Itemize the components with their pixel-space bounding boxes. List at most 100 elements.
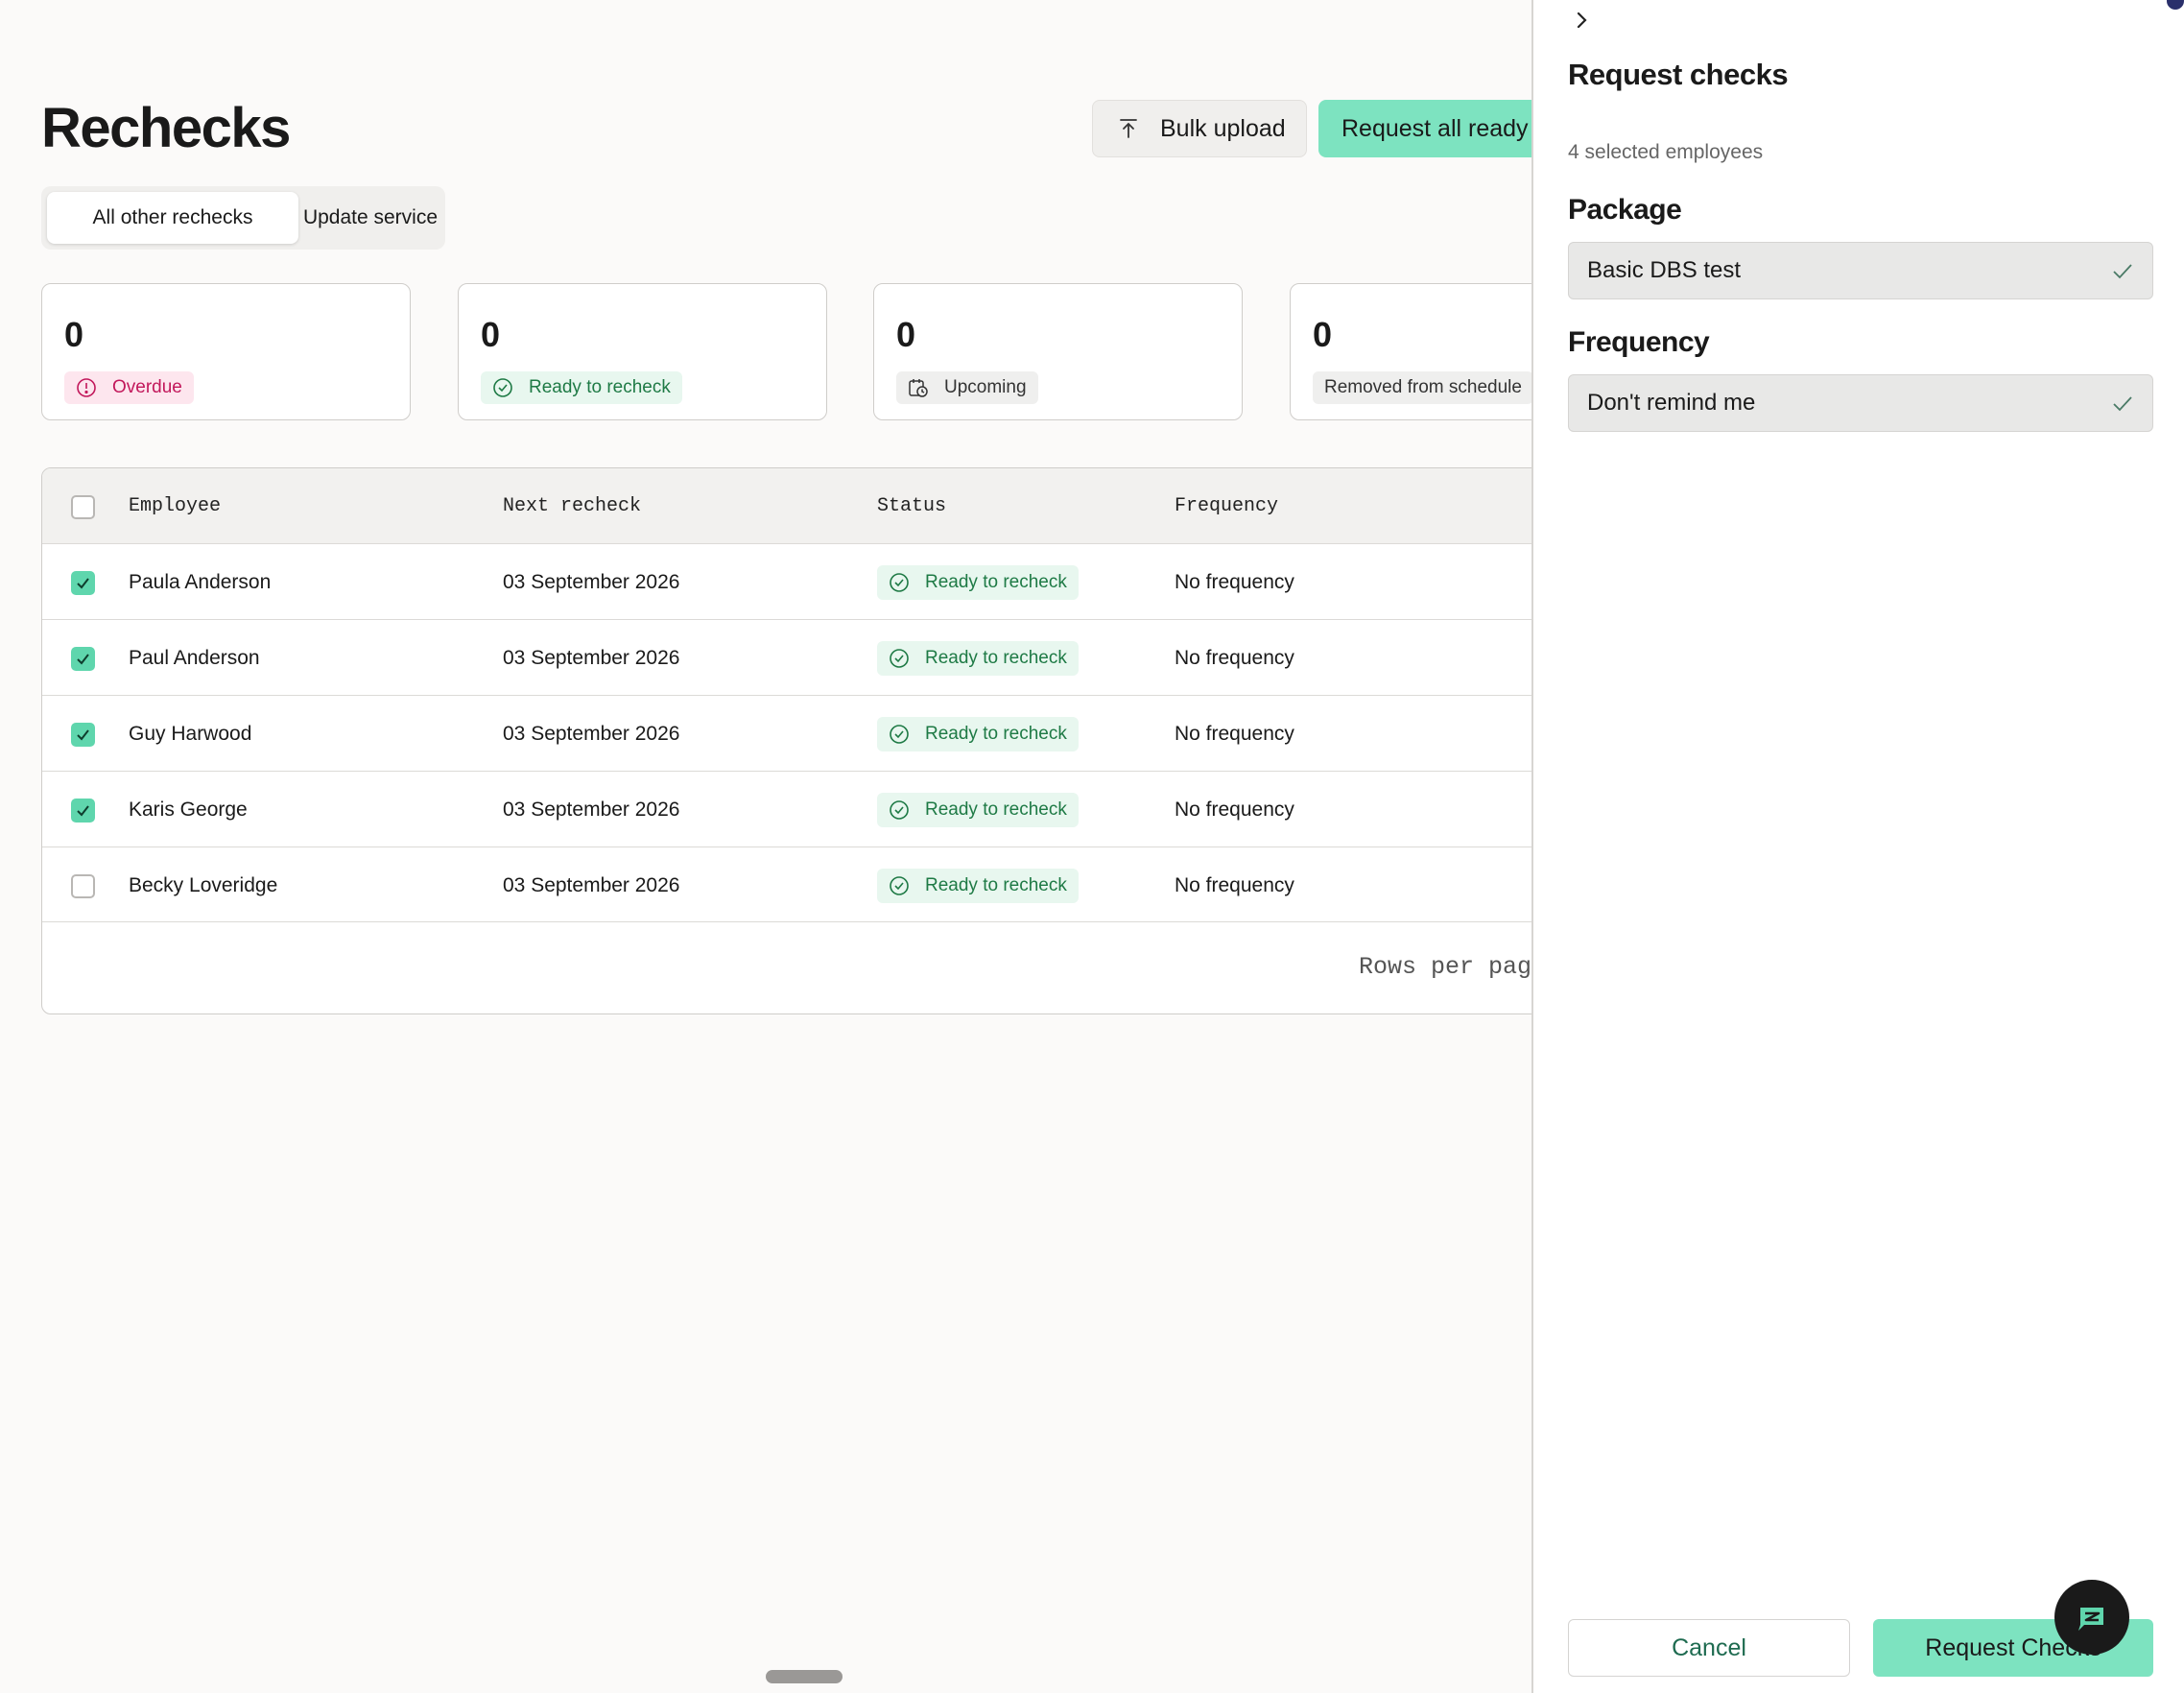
next-recheck-date: 03 September 2026 bbox=[503, 722, 680, 745]
status-badge: Ready to recheck bbox=[481, 371, 682, 404]
status-badge: Ready to recheck bbox=[877, 792, 1079, 827]
stat-label: Removed from schedule bbox=[1324, 377, 1522, 397]
status-label: Ready to recheck bbox=[925, 799, 1067, 820]
frequency-select[interactable]: Don't remind me bbox=[1568, 374, 2153, 432]
status-badge: Ready to recheck bbox=[877, 564, 1079, 600]
table-row[interactable]: Karis George 03 September 2026 Ready to … bbox=[42, 771, 1531, 846]
status-cell: Ready to recheck bbox=[877, 620, 1079, 696]
row-checkbox[interactable] bbox=[71, 647, 95, 671]
stat-card-ready[interactable]: 0 Ready to recheck bbox=[458, 283, 827, 420]
stat-count: 0 bbox=[64, 315, 84, 354]
table-footer-divider bbox=[42, 921, 1531, 922]
check-icon bbox=[77, 654, 89, 665]
status-label: Ready to recheck bbox=[925, 723, 1067, 744]
table-row[interactable]: Paula Anderson 03 September 2026 Ready t… bbox=[42, 543, 1531, 619]
frequency-value: No frequency bbox=[1175, 722, 1294, 745]
check-circle-icon bbox=[890, 875, 909, 895]
employee-name: Karis George bbox=[129, 798, 248, 821]
upload-icon bbox=[1120, 119, 1137, 138]
status-label: Ready to recheck bbox=[925, 874, 1067, 895]
table-row[interactable]: Guy Harwood 03 September 2026 Ready to r… bbox=[42, 695, 1531, 771]
check-icon bbox=[77, 729, 89, 741]
cancel-label: Cancel bbox=[1672, 1633, 1746, 1661]
alert-circle-icon bbox=[77, 378, 96, 397]
calendar-clock-icon bbox=[909, 379, 928, 397]
stat-count: 0 bbox=[896, 315, 916, 354]
recheck-tabs: All other rechecks Update service bbox=[41, 186, 445, 250]
bulk-upload-button[interactable]: Bulk upload bbox=[1092, 100, 1307, 157]
corner-indicator bbox=[2167, 0, 2184, 10]
employee-name: Becky Loveridge bbox=[129, 873, 278, 896]
tab-all-other-rechecks[interactable]: All other rechecks bbox=[47, 192, 298, 244]
column-header-employee[interactable]: Employee bbox=[129, 468, 221, 543]
status-cell: Ready to recheck bbox=[877, 696, 1079, 772]
status-badge: Ready to recheck bbox=[877, 868, 1079, 903]
status-badge: Overdue bbox=[64, 371, 194, 404]
collapse-panel-button[interactable] bbox=[1568, 6, 1597, 35]
check-circle-icon bbox=[890, 724, 909, 744]
selected-count: 4 selected employees bbox=[1568, 141, 1764, 163]
employee-name: Guy Harwood bbox=[129, 722, 252, 745]
request-all-button[interactable]: Request all ready to recheck bbox=[1318, 100, 1531, 157]
check-circle-icon bbox=[890, 648, 909, 668]
bulk-upload-label: Bulk upload bbox=[1160, 114, 1286, 142]
request-checks-panel: Request checks 4 selected employees Pack… bbox=[1531, 0, 2184, 1693]
table-row[interactable]: Becky Loveridge 03 September 2026 Ready … bbox=[42, 846, 1531, 922]
row-checkbox[interactable] bbox=[71, 874, 95, 898]
status-cell: Ready to recheck bbox=[877, 544, 1079, 620]
frequency-value: No frequency bbox=[1175, 798, 1294, 821]
select-all-checkbox[interactable] bbox=[71, 495, 95, 519]
cancel-button[interactable]: Cancel bbox=[1568, 1619, 1850, 1677]
tab-update-service[interactable]: Update service bbox=[298, 192, 442, 244]
employee-name: Paula Anderson bbox=[129, 570, 272, 593]
page-title: Rechecks bbox=[41, 97, 291, 159]
stat-label: Upcoming bbox=[944, 377, 1027, 397]
row-checkbox[interactable] bbox=[71, 571, 95, 595]
status-badge: Ready to recheck bbox=[877, 716, 1079, 751]
stat-card-upcoming[interactable]: 0 Upcoming bbox=[873, 283, 1243, 420]
column-header-next-recheck[interactable]: Next recheck bbox=[503, 468, 641, 543]
column-header-status[interactable]: Status bbox=[877, 468, 946, 543]
main-content: Rechecks Bulk upload Request all ready t… bbox=[0, 0, 1531, 1693]
check-circle-icon bbox=[890, 799, 909, 820]
check-icon bbox=[2113, 396, 2132, 412]
chat-widget-button[interactable] bbox=[2054, 1580, 2129, 1655]
package-label: Package bbox=[1568, 194, 1682, 226]
column-header-frequency[interactable]: Frequency bbox=[1175, 468, 1278, 543]
next-recheck-date: 03 September 2026 bbox=[503, 873, 680, 896]
stat-count: 0 bbox=[1313, 315, 1333, 354]
check-icon bbox=[2113, 264, 2132, 279]
chevron-right-icon bbox=[1577, 12, 1587, 29]
next-recheck-date: 03 September 2026 bbox=[503, 798, 680, 821]
frequency-value: No frequency bbox=[1175, 570, 1294, 593]
employee-name: Paul Anderson bbox=[129, 646, 260, 669]
stat-count: 0 bbox=[481, 315, 501, 354]
status-cell: Ready to recheck bbox=[877, 772, 1079, 847]
tab-label: Update service bbox=[302, 206, 439, 228]
row-checkbox[interactable] bbox=[71, 723, 95, 747]
frequency-value: No frequency bbox=[1175, 646, 1294, 669]
status-label: Ready to recheck bbox=[925, 647, 1067, 668]
frequency-value: No frequency bbox=[1175, 873, 1294, 896]
stat-card-removed[interactable]: 0 Removed from schedule bbox=[1290, 283, 1531, 420]
status-badge: Upcoming bbox=[896, 371, 1038, 404]
table-row[interactable]: Paul Anderson 03 September 2026 Ready to… bbox=[42, 619, 1531, 695]
rechecks-table: Employee Next recheck Status Frequency P… bbox=[41, 467, 1531, 1014]
table-header: Employee Next recheck Status Frequency bbox=[42, 468, 1531, 543]
panel-title: Request checks bbox=[1568, 58, 1789, 91]
rows-per-page-label: Rows per page bbox=[1359, 953, 1531, 981]
row-checkbox[interactable] bbox=[71, 799, 95, 823]
check-circle-icon bbox=[493, 378, 512, 397]
tab-label: All other rechecks bbox=[92, 206, 253, 228]
check-icon bbox=[77, 805, 89, 817]
scroll-handle[interactable] bbox=[766, 1670, 843, 1683]
request-all-label: Request all ready to recheck bbox=[1341, 114, 1531, 142]
check-icon bbox=[77, 578, 89, 589]
stat-label: Ready to recheck bbox=[529, 377, 671, 397]
package-select[interactable]: Basic DBS test bbox=[1568, 242, 2153, 299]
chat-logo-icon bbox=[2078, 1608, 2103, 1631]
stat-label: Overdue bbox=[112, 377, 182, 397]
status-badge: Ready to recheck bbox=[877, 640, 1079, 676]
next-recheck-date: 03 September 2026 bbox=[503, 570, 680, 593]
stat-card-overdue[interactable]: 0 Overdue bbox=[41, 283, 411, 420]
